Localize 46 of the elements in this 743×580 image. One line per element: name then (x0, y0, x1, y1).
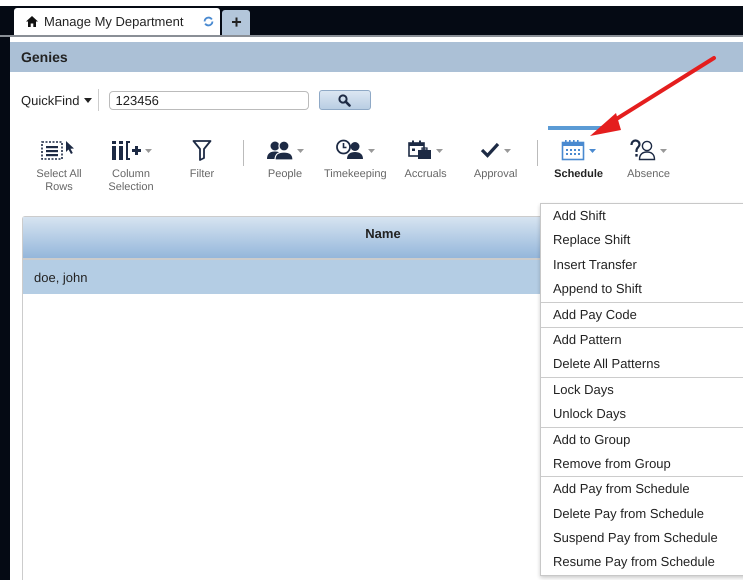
toolbar-button[interactable]: Timekeeping (324, 126, 387, 181)
question-person-icon (630, 139, 656, 161)
panel-title: Genies (21, 49, 68, 65)
calendar-icon (561, 139, 586, 161)
menu-item[interactable]: Unlock Days (541, 402, 743, 427)
toolbar-button[interactable]: Approval (464, 126, 527, 181)
caret-icon (296, 149, 304, 153)
caret-icon (84, 98, 92, 102)
calendar-briefcase-icon (408, 139, 432, 161)
toolbar-button[interactable]: Filter (171, 126, 233, 181)
menu-item[interactable]: Add Pay Code (541, 302, 743, 327)
refresh-icon[interactable] (203, 16, 214, 27)
search-field[interactable]: 123456 (108, 90, 309, 110)
filter-icon (192, 139, 212, 161)
page-tab[interactable]: Manage My Department (14, 8, 220, 35)
quickfind-dropdown[interactable]: QuickFind (21, 92, 92, 108)
menu-item[interactable]: Lock Days (541, 378, 743, 402)
caret-icon (660, 149, 668, 153)
search-button[interactable] (318, 90, 371, 110)
home-icon (26, 16, 38, 27)
caret-icon (144, 149, 152, 153)
menu-item[interactable]: Add Pay from Schedule (541, 477, 743, 502)
people-icon (266, 139, 292, 161)
toolbar-button[interactable]: Absence (618, 126, 680, 181)
menu-item[interactable]: Add Pattern (541, 328, 743, 352)
menu-item[interactable]: Delete All Patterns (541, 352, 743, 377)
search-icon (338, 94, 352, 106)
menu-item[interactable]: Add Shift (541, 204, 743, 228)
caret-icon (436, 149, 444, 153)
clock-person-icon (336, 139, 364, 161)
toolbar-button[interactable]: Select All Rows (27, 126, 91, 194)
caret-icon (368, 149, 375, 153)
menu-item[interactable]: Delete Pay from Schedule (541, 502, 743, 526)
columns-add-icon (110, 139, 140, 161)
caret-icon (589, 149, 596, 153)
menu-item[interactable]: Remove from Group (541, 452, 743, 476)
caret-icon (504, 149, 512, 153)
toolbar-button[interactable]: People (254, 126, 316, 181)
menu-item[interactable]: Add to Group (541, 428, 743, 452)
menu-item[interactable]: Suspend Pay from Schedule (541, 526, 743, 550)
menu-item[interactable]: Resume Pay from Schedule (541, 550, 743, 575)
add-tab[interactable]: + (222, 10, 250, 35)
toolbar-button[interactable]: Accruals (394, 126, 457, 181)
menu-item[interactable]: Replace Shift (541, 228, 743, 253)
table-cell: doe, john (34, 270, 88, 284)
toolbar-button[interactable]: Column Selection (99, 126, 163, 194)
